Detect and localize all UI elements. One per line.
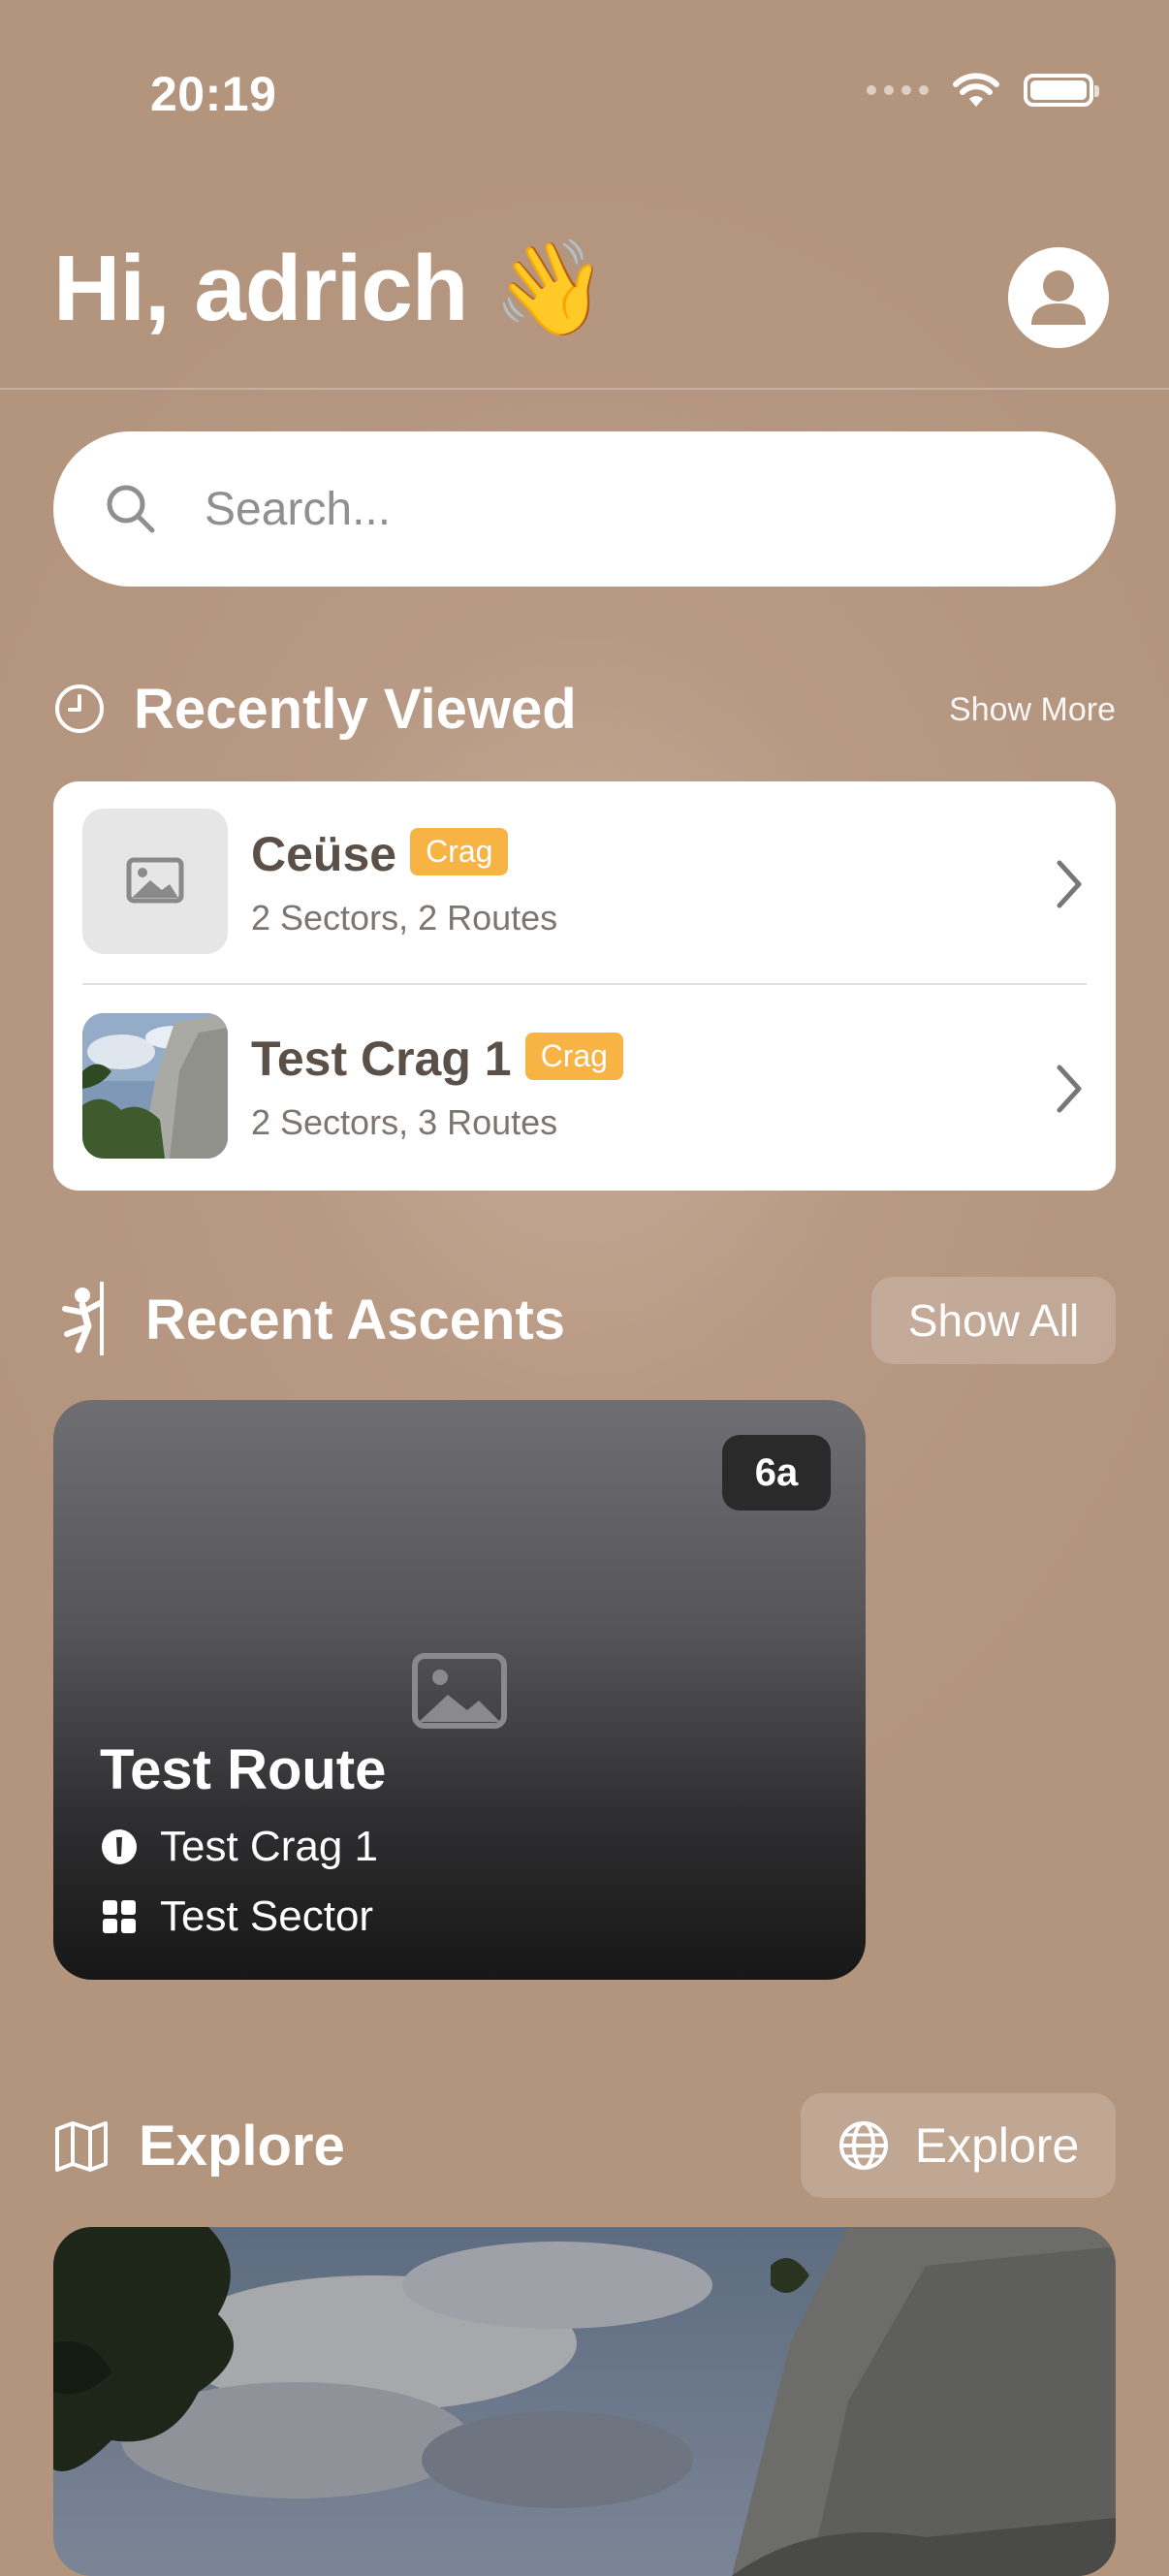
list-item[interactable]: Ceüse Crag 2 Sectors, 2 Routes bbox=[53, 781, 1116, 985]
grade-badge: 6a bbox=[722, 1435, 831, 1511]
search-icon bbox=[107, 485, 155, 533]
show-all-button[interactable]: Show All bbox=[871, 1277, 1116, 1364]
crag-landscape-image bbox=[53, 2227, 1116, 2576]
sector-grid-icon bbox=[103, 1900, 136, 1933]
crag-stats: 2 Sectors, 3 Routes bbox=[251, 1102, 558, 1142]
globe-icon bbox=[838, 2121, 888, 2170]
row-divider bbox=[82, 983, 1087, 985]
photo-icon bbox=[126, 857, 184, 904]
crag-badge: Crag bbox=[524, 1033, 623, 1081]
greeting-title: Hi, adrich 👋 bbox=[53, 237, 609, 340]
recent-ascents-title: Recent Ascents bbox=[145, 1288, 566, 1352]
status-time: 20:19 bbox=[150, 67, 277, 121]
profile-avatar-button[interactable] bbox=[1008, 247, 1109, 348]
cellular-signal-icon bbox=[867, 85, 929, 95]
header-divider bbox=[0, 388, 1169, 390]
crag-name: Ceüse Crag bbox=[251, 826, 509, 882]
wifi-icon bbox=[953, 73, 999, 107]
chevron-right-icon bbox=[1057, 860, 1082, 908]
crag-name: Test Crag 1 Crag bbox=[251, 1031, 623, 1087]
crag-photo bbox=[82, 1013, 228, 1159]
route-sector-label: Test Sector bbox=[160, 1892, 374, 1940]
map-icon bbox=[55, 2121, 108, 2172]
recently-viewed-list: Ceüse Crag 2 Sectors, 2 Routes Test Crag … bbox=[53, 781, 1116, 1191]
person-icon bbox=[1031, 270, 1086, 325]
clock-icon bbox=[55, 684, 104, 733]
explore-button[interactable]: Explore bbox=[801, 2093, 1116, 2198]
placeholder-thumbnail bbox=[82, 809, 228, 954]
show-more-button[interactable]: Show More bbox=[949, 691, 1116, 729]
crag-name-text: Test Crag 1 bbox=[251, 1032, 512, 1086]
crag-badge: Crag bbox=[410, 828, 509, 876]
crag-photo-thumbnail bbox=[82, 1013, 228, 1159]
search-input[interactable] bbox=[203, 481, 982, 537]
route-name: Test Route bbox=[100, 1738, 387, 1801]
crag-name-text: Ceüse bbox=[251, 827, 397, 881]
route-crag-label: Test Crag 1 bbox=[160, 1823, 378, 1870]
ascent-card[interactable]: 6a Test Route Test Crag 1 Test Sector bbox=[53, 1400, 866, 1980]
list-item[interactable]: Test Crag 1 Crag 2 Sectors, 3 Routes bbox=[53, 986, 1116, 1190]
photo-placeholder-icon bbox=[412, 1653, 507, 1729]
crag-pin-icon bbox=[102, 1829, 137, 1864]
battery-icon bbox=[1024, 74, 1099, 107]
show-all-label: Show All bbox=[907, 1295, 1080, 1346]
search-bar[interactable] bbox=[53, 431, 1116, 587]
route-crag: Test Crag 1 bbox=[100, 1823, 378, 1871]
chevron-right-icon bbox=[1057, 1065, 1082, 1113]
route-sector: Test Sector bbox=[100, 1892, 373, 1941]
recently-viewed-title: Recently Viewed bbox=[134, 678, 577, 741]
explore-title: Explore bbox=[139, 2115, 345, 2178]
crag-stats: 2 Sectors, 2 Routes bbox=[251, 898, 558, 938]
status-indicators bbox=[867, 72, 1099, 109]
explore-map-preview[interactable] bbox=[53, 2227, 1116, 2576]
climber-icon bbox=[62, 1282, 104, 1355]
explore-button-label: Explore bbox=[914, 2118, 1080, 2173]
